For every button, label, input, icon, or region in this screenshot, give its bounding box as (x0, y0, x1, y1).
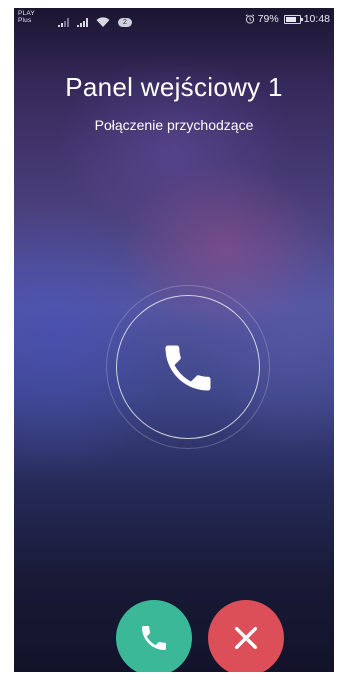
notification-badge: 2 (118, 18, 132, 27)
battery-percent: 79% (257, 13, 279, 25)
incoming-call-screen: PLAY Plus 2 79% 10:48 Panel wejściowy 1 … (14, 8, 334, 672)
status-right: 79% 10:48 (245, 13, 330, 25)
signal-bars-icon (77, 18, 88, 27)
carrier-sub: Plus (18, 17, 32, 24)
wifi-icon (96, 17, 110, 27)
battery-icon (283, 14, 303, 24)
alarm-icon (245, 14, 255, 24)
call-status: Połączenie przychodzące (94, 117, 254, 133)
phone-frame: PLAY Plus 2 79% 10:48 Panel wejściowy 1 … (0, 0, 348, 684)
accept-call-button[interactable] (116, 600, 192, 672)
signal-bars-icon (58, 18, 69, 27)
battery-tip (300, 17, 303, 21)
phone-handset-icon (142, 626, 166, 650)
status-bar: PLAY Plus 2 79% 10:48 (14, 8, 334, 32)
phone-handset-icon (165, 345, 211, 391)
carrier-label: PLAY Plus (18, 10, 35, 24)
caller-name: Panel wejściowy 1 (65, 72, 283, 102)
carrier-name: PLAY (18, 10, 35, 17)
close-icon (234, 626, 258, 650)
clock: 10:48 (303, 13, 330, 25)
decline-call-button[interactable] (208, 600, 284, 672)
battery-fill (285, 16, 296, 22)
connectivity-icons: 2 (58, 17, 132, 27)
